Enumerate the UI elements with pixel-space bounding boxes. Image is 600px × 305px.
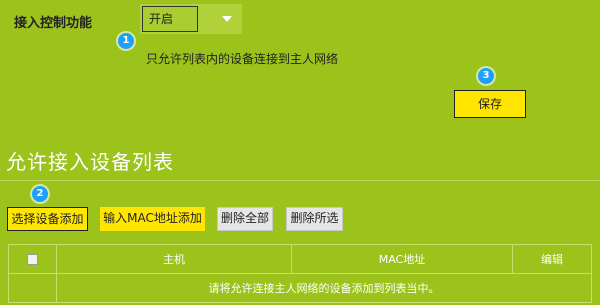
- column-header-mac: MAC地址: [291, 244, 513, 274]
- save-button[interactable]: 保存: [454, 90, 526, 118]
- mac-address-add-button[interactable]: 输入MAC地址添加: [100, 207, 205, 231]
- access-control-select[interactable]: 开启: [140, 4, 242, 34]
- access-control-hint: 只允许列表内的设备连接到主人网络: [146, 52, 339, 66]
- device-table: 主机 MAC地址 编辑 请将允许连接主人网络的设备添加到列表当中。: [8, 244, 592, 303]
- table-header-row: 主机 MAC地址 编辑: [8, 244, 592, 274]
- empty-message: 请将允许连接主人网络的设备添加到列表当中。: [56, 273, 592, 303]
- select-all-cell[interactable]: [8, 244, 57, 274]
- column-header-host: 主机: [56, 244, 292, 274]
- empty-row-spacer: [8, 273, 57, 303]
- column-header-edit: 编辑: [512, 244, 592, 274]
- table-empty-row: 请将允许连接主人网络的设备添加到列表当中。: [8, 273, 592, 303]
- chevron-down-icon: [222, 16, 232, 22]
- delete-all-button[interactable]: 删除全部: [217, 207, 273, 231]
- access-control-label: 接入控制功能: [14, 16, 93, 31]
- section-title: 允许接入设备列表: [6, 150, 174, 174]
- step-badge-2: 2: [32, 186, 48, 202]
- checkbox-icon[interactable]: [27, 254, 38, 265]
- select-device-add-button[interactable]: 选择设备添加: [7, 207, 88, 231]
- access-control-selected-value: 开启: [142, 6, 198, 32]
- section-divider: [0, 180, 600, 181]
- step-badge-3: 3: [478, 68, 494, 84]
- delete-selected-button[interactable]: 删除所选: [286, 207, 343, 231]
- step-badge-1: 1: [118, 33, 134, 49]
